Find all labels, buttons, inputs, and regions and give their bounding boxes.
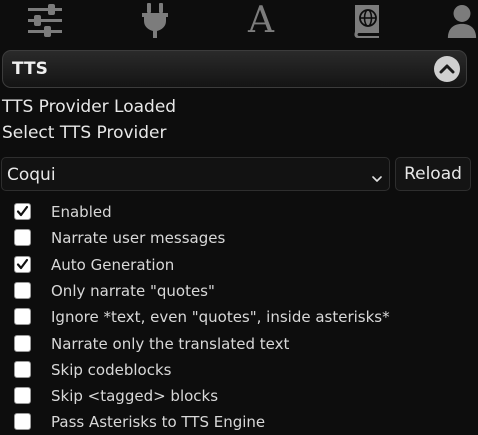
option-label: Only narrate "quotes" [51,281,215,300]
select-provider-label: Select TTS Provider [2,123,167,143]
world-book-icon[interactable] [349,3,385,39]
option-row[interactable]: Auto Generation [14,255,474,275]
option-row[interactable]: Only narrate "quotes" [14,281,474,301]
option-row[interactable]: Ignore *text, even "quotes", inside aste… [14,307,474,327]
chevron-up-icon[interactable] [434,56,460,82]
option-row[interactable]: Skip <tagged> blocks [14,386,474,406]
sliders-icon[interactable] [24,3,66,39]
option-label: Ignore *text, even "quotes", inside aste… [51,308,390,327]
option-row[interactable]: Narrate user messages [14,228,474,248]
option-checkbox[interactable] [14,255,31,273]
option-checkbox[interactable] [14,308,31,326]
font-letter-icon[interactable]: A [244,3,278,39]
option-checkbox[interactable] [14,281,31,299]
option-checkbox[interactable] [14,229,31,247]
checkmark-icon [16,205,29,217]
option-label: Narrate user messages [51,229,226,248]
chevron-down-icon [371,169,383,188]
drawer-title: TTS [12,59,48,79]
option-row[interactable]: Skip codeblocks [14,360,474,380]
tts-provider-select[interactable]: Coqui [1,157,390,191]
option-row[interactable]: Pass Asterisks to TTS Engine [14,412,474,432]
option-row[interactable]: Enabled [14,202,474,222]
option-label: Pass Asterisks to TTS Engine [51,413,266,432]
option-checkbox[interactable] [14,387,31,405]
option-checkbox[interactable] [14,334,31,352]
provider-selected-value: Coqui [7,165,56,185]
option-label: Narrate only the translated text [51,334,290,353]
option-label: Skip <tagged> blocks [51,387,219,406]
user-icon[interactable] [446,3,478,39]
option-checkbox[interactable] [14,360,31,378]
tts-settings-panel: A TTS TTS Provider Loaded Select TTS Pro [0,0,478,435]
option-label: Skip codeblocks [51,360,172,379]
checkmark-icon [16,258,29,269]
tts-drawer-header[interactable]: TTS [2,50,467,88]
plug-icon[interactable] [138,3,172,39]
option-label: Enabled [51,203,112,221]
option-checkbox[interactable] [14,203,31,220]
option-label: Auto Generation [51,255,175,274]
option-checkbox[interactable] [14,413,31,431]
provider-loaded-status: TTS Provider Loaded [2,97,177,117]
top-icon-bar: A [0,0,478,44]
reload-button[interactable]: Reload [395,157,471,191]
option-row[interactable]: Narrate only the translated text [14,334,474,354]
